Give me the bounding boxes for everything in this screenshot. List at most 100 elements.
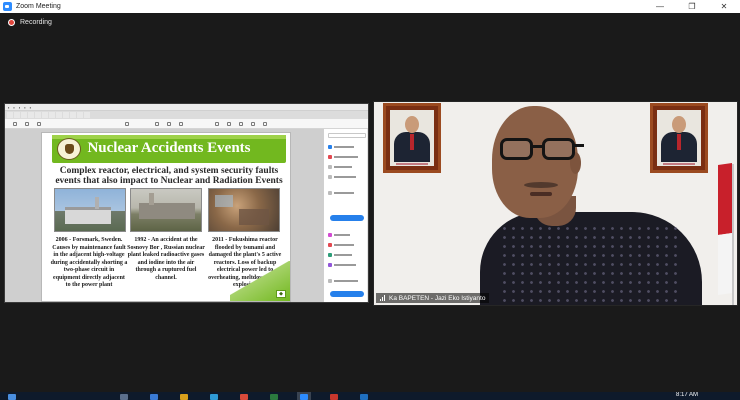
tool-icon xyxy=(328,165,332,169)
taskbar-app-icon[interactable] xyxy=(210,394,218,400)
tool-icon xyxy=(328,145,332,149)
panel-tool-item[interactable] xyxy=(328,165,352,169)
close-button[interactable]: ✕ xyxy=(708,0,740,13)
toolbar-icon[interactable] xyxy=(227,122,231,126)
pdf-tab[interactable] xyxy=(70,112,76,118)
panel-tool-item[interactable] xyxy=(328,253,352,257)
slide-title: Nuclear Accidents Events xyxy=(87,140,251,156)
clock[interactable]: 8:17 AM xyxy=(676,392,698,398)
panel-search-input[interactable] xyxy=(328,133,366,138)
menu-item[interactable]: ▪ xyxy=(19,105,20,110)
flag xyxy=(714,163,737,305)
toolbar-icon[interactable] xyxy=(25,122,29,126)
recording-label: Recording xyxy=(20,19,52,26)
pdf-document-area[interactable]: Nuclear Accidents Events Complex reactor… xyxy=(5,129,323,302)
taskbar-app-icon[interactable] xyxy=(120,394,128,400)
toolbar-icon[interactable] xyxy=(125,122,129,126)
toolbar-icon[interactable] xyxy=(263,122,267,126)
speaker-mustache xyxy=(524,182,558,188)
taskbar-app-icon[interactable] xyxy=(360,394,368,400)
pdf-tab-strip xyxy=(5,111,368,119)
tool-icon xyxy=(328,263,332,267)
sosnovy-bor-photo xyxy=(130,188,202,232)
speaker-mouth xyxy=(530,192,552,196)
panel-action-button[interactable] xyxy=(330,215,364,221)
speaker-head xyxy=(492,106,578,218)
menu-item[interactable]: ▪ xyxy=(8,105,9,110)
forsmark-photo xyxy=(54,188,126,232)
pdf-tab[interactable] xyxy=(28,112,34,118)
portrait-frame xyxy=(383,103,441,173)
taskbar-app-icon[interactable] xyxy=(330,394,338,400)
panel-scrollbar[interactable] xyxy=(367,129,368,302)
record-icon xyxy=(8,19,15,26)
toolbar-icon[interactable] xyxy=(179,122,183,126)
pdf-tab[interactable] xyxy=(63,112,69,118)
panel-tool-item[interactable] xyxy=(328,145,354,149)
participant-name-tag: Ka BAPETEN - Jazi Eko Istiyanto xyxy=(376,293,490,303)
pdf-tab[interactable] xyxy=(42,112,48,118)
zoom-icon xyxy=(3,2,12,11)
pdf-tab[interactable] xyxy=(21,112,27,118)
pdf-tab[interactable] xyxy=(77,112,83,118)
menu-item[interactable]: ▪ xyxy=(13,105,14,110)
tool-icon xyxy=(328,243,332,247)
pdf-toolbar xyxy=(5,119,368,129)
tool-icon xyxy=(328,279,332,283)
panel-tool-item[interactable] xyxy=(328,191,354,195)
slide-title-banner: Nuclear Accidents Events xyxy=(52,135,286,163)
caption-forsmark: 2006 - Forsmark, Sweden. Causes by maint… xyxy=(50,237,128,288)
panel-tool-item[interactable] xyxy=(328,155,358,159)
pdf-tab[interactable] xyxy=(56,112,62,118)
speaker-video[interactable]: Ka BAPETEN - Jazi Eko Istiyanto xyxy=(373,101,738,306)
toolbar-icon[interactable] xyxy=(215,122,219,126)
panel-tool-item[interactable] xyxy=(328,233,350,237)
pdf-tab[interactable] xyxy=(7,112,13,118)
taskbar-app-icon[interactable] xyxy=(150,394,158,400)
toolbar-icon[interactable] xyxy=(37,122,41,126)
participant-name: Ka BAPETEN - Jazi Eko Istiyanto xyxy=(389,294,486,302)
minimize-button[interactable]: — xyxy=(644,0,676,13)
toolbar-icon[interactable] xyxy=(167,122,171,126)
taskbar-app-icon[interactable] xyxy=(180,394,188,400)
pdf-tab[interactable] xyxy=(49,112,55,118)
toolbar-icon[interactable] xyxy=(155,122,159,126)
taskbar: 8:17 AM xyxy=(0,392,740,400)
tool-icon xyxy=(328,233,332,237)
window-controls: — ❐ ✕ xyxy=(644,0,740,13)
pdf-tab[interactable] xyxy=(35,112,41,118)
shared-screen[interactable]: ▪ ▪ ▪ ▪ ▪ Nuclear Accidents Events Compl… xyxy=(4,103,369,303)
menu-item[interactable]: ▪ xyxy=(24,105,25,110)
tool-icon xyxy=(328,175,332,179)
glasses xyxy=(500,138,584,162)
menu-item[interactable]: ▪ xyxy=(30,105,31,110)
presentation-slide: Nuclear Accidents Events Complex reactor… xyxy=(41,132,291,302)
toolbar-icon[interactable] xyxy=(13,122,17,126)
tool-icon xyxy=(328,155,332,159)
zoom-taskbar-icon[interactable] xyxy=(300,394,308,400)
panel-tool-item[interactable] xyxy=(328,279,358,283)
tool-icon xyxy=(328,191,332,195)
pdf-tab[interactable] xyxy=(14,112,20,118)
panel-tool-item[interactable] xyxy=(328,175,356,179)
taskbar-app-icon[interactable] xyxy=(240,394,248,400)
speaker-body xyxy=(480,212,702,305)
panel-tool-item[interactable] xyxy=(328,263,356,267)
toolbar-icon[interactable] xyxy=(239,122,243,126)
caption-sosnovy-bor: 1992 - An accident at the Sosnovy Bor , … xyxy=(127,237,205,281)
tool-icon xyxy=(328,253,332,257)
toolbar-icon[interactable] xyxy=(251,122,255,126)
pdf-tab[interactable] xyxy=(84,112,90,118)
taskbar-app-icon[interactable] xyxy=(270,394,278,400)
slide-subtitle: Complex reactor, electrical, and system … xyxy=(55,166,283,186)
restore-button[interactable]: ❐ xyxy=(676,0,708,13)
recording-indicator[interactable]: Recording xyxy=(8,19,52,26)
pdf-tools-panel xyxy=(323,129,368,302)
panel-tool-item[interactable] xyxy=(328,243,354,247)
portrait-frame xyxy=(650,103,708,173)
panel-action-button[interactable] xyxy=(330,291,364,297)
logo-icon: ◆ xyxy=(276,290,286,298)
pdf-menu-bar: ▪ ▪ ▪ ▪ ▪ xyxy=(5,104,368,111)
signal-icon xyxy=(380,295,386,301)
start-icon[interactable] xyxy=(8,394,16,400)
